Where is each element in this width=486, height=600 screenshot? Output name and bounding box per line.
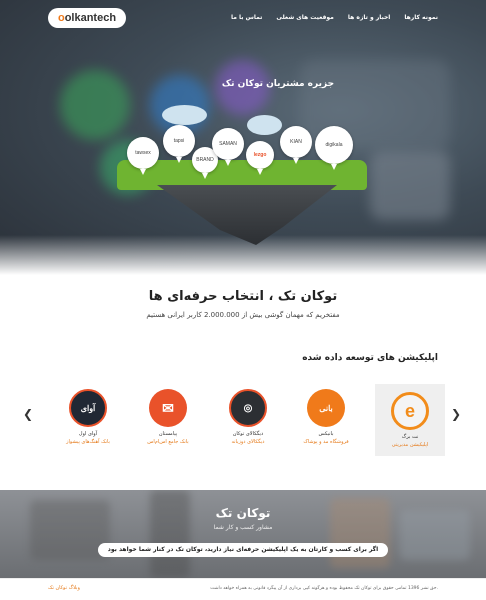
app-desc: بانک آهنگ‌های پیشواز [66, 439, 110, 445]
app-name: بانیکس [318, 431, 334, 437]
main-nav: نمونه کارها اخبار و تازه ها موقعیت های ش… [231, 14, 438, 21]
island-rock [157, 185, 337, 245]
nav-portfolio[interactable]: نمونه کارها [404, 14, 438, 21]
app-card[interactable]: e نت برگ اپلیکیشن مدیریتی [375, 384, 445, 456]
nav-news[interactable]: اخبار و تازه ها [348, 14, 390, 21]
blog-link[interactable]: وبلاگ توکان تک [48, 585, 80, 591]
main-headline: توکان تک ، انتخاب حرفه‌ای ها [148, 289, 338, 304]
logo-mark: o [57, 12, 65, 24]
client-logo-pin: KIAN [280, 126, 312, 164]
hero-title: جزیره مشتریان توکان تک [221, 79, 335, 89]
app-desc: دیگکالای دوزبانه [231, 439, 265, 445]
app-icon: ✉ [149, 389, 187, 427]
client-logo-pin: digikala [315, 126, 353, 170]
app-desc: بانک جامع اس‌ام‌اس [147, 439, 189, 445]
banner-title: توکان تک [215, 506, 271, 520]
cloud-icon [247, 115, 282, 135]
apps-section-title: اپلیکیشن های توسعه داده شده [302, 353, 438, 363]
app-name: آوای اول [78, 431, 98, 437]
app-desc: فروشگاه مد و پوشاک [303, 439, 349, 445]
chevron-right-icon[interactable]: ❯ [450, 407, 462, 421]
cloud-icon [162, 105, 207, 125]
logo-text: olkantech [64, 12, 117, 24]
banner-subtitle: مشاور کسب و کار شما [213, 524, 273, 531]
client-logo-pin: SAMAN [212, 128, 244, 166]
logo[interactable]: o olkantech [48, 8, 126, 28]
app-card[interactable]: ◎ دیگکالای توکان دیگکالای دوزبانه [213, 385, 283, 445]
chevron-left-icon[interactable]: ❮ [22, 407, 34, 421]
app-card[interactable]: ✉ پیامستان بانک جامع اس‌ام‌اس [133, 385, 203, 445]
app-card[interactable]: بانی بانیکس فروشگاه مد و پوشاک [291, 385, 361, 445]
app-icon: آوای [69, 389, 107, 427]
client-logo-pin: lezgo [246, 141, 274, 175]
client-logo-pin: tapsi [163, 125, 195, 163]
copyright-text: حق نشر 1396 تمامی حقوق برای توکان تک محف… [210, 586, 438, 591]
main-subline: مفتخریم که مهمان گوشی بیش از 2.000.000 ک… [146, 311, 340, 319]
client-logo-pin: tawsex [127, 137, 159, 175]
app-card[interactable]: آوای آوای اول بانک آهنگ‌های پیشواز [53, 385, 123, 445]
hero-bg-app-blur [370, 150, 450, 220]
nav-contact[interactable]: تماس با ما [231, 14, 262, 21]
app-icon: ◎ [229, 389, 267, 427]
banner-bg-blur [150, 490, 190, 578]
banner-cta[interactable]: اگر برای کسب و کارتان به یک اپلیکیشن حرف… [98, 543, 388, 557]
nav-careers[interactable]: موقعیت های شغلی [276, 14, 334, 21]
promo-banner [0, 490, 486, 578]
app-icon: e [391, 392, 429, 430]
app-desc: اپلیکیشن مدیریتی [391, 442, 429, 448]
customer-island-illustration [117, 105, 367, 250]
app-name: دیگکالای توکان [232, 431, 264, 437]
app-name: نت برگ [401, 434, 419, 440]
app-name: پیامستان [158, 431, 178, 437]
app-icon: بانی [307, 389, 345, 427]
